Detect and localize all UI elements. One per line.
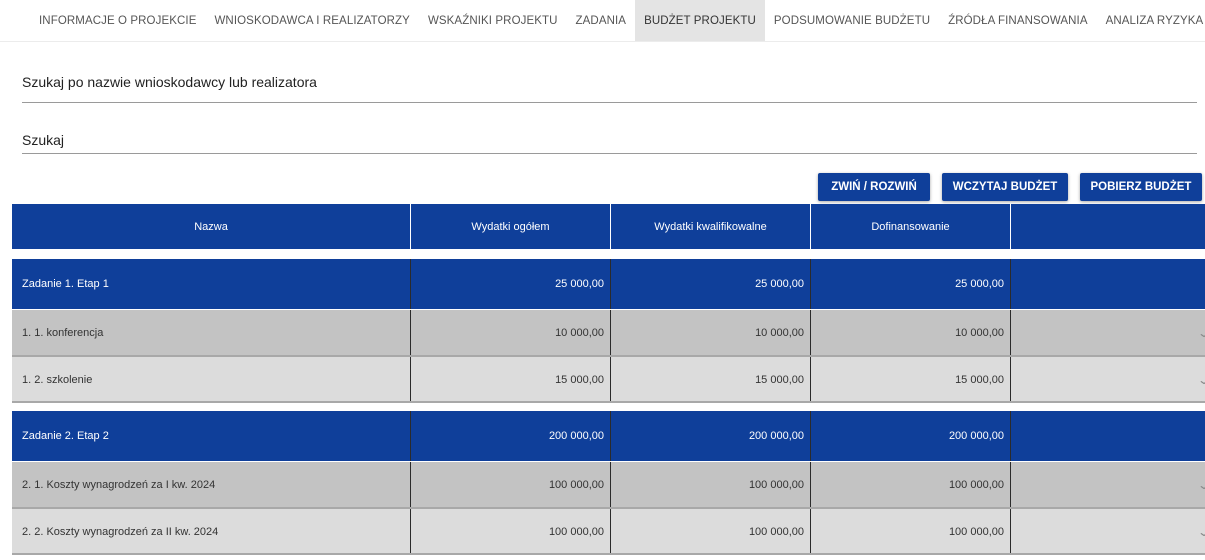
header-name: Nazwa (12, 204, 411, 249)
header-actions (1011, 204, 1205, 249)
row-eligible: 100 000,00 (611, 509, 811, 554)
search-label: Szukaj (22, 132, 65, 148)
header-total: Wydatki ogółem (411, 204, 611, 249)
row-divider (12, 401, 1205, 403)
task-row[interactable]: Zadanie 2. Etap 2 200 000,00 200 000,00 … (12, 411, 1205, 461)
row-name: 1. 2. szkolenie (12, 357, 411, 402)
row-total: 10 000,00 (411, 310, 611, 356)
tab-project-info[interactable]: INFORMACJE O PROJEKCIE (30, 0, 205, 41)
row-actions: ⌄ (1011, 462, 1205, 508)
row-funding: 100 000,00 (811, 509, 1011, 554)
search-input[interactable]: Szukaj (22, 132, 1197, 154)
table-row[interactable]: 2. 2. Koszty wynagrodzeń za II kw. 2024 … (12, 509, 1205, 554)
row-name: Zadanie 1. Etap 1 (12, 259, 411, 309)
table-row[interactable]: 1. 2. szkolenie 15 000,00 15 000,00 15 0… (12, 357, 1205, 402)
row-eligible: 10 000,00 (611, 310, 811, 356)
row-name: 2. 2. Koszty wynagrodzeń za II kw. 2024 (12, 509, 411, 554)
row-eligible: 100 000,00 (611, 462, 811, 508)
table-header: Nazwa Wydatki ogółem Wydatki kwalifikowa… (12, 204, 1205, 249)
tab-budget-summary[interactable]: PODSUMOWANIE BUDŻETU (765, 0, 939, 41)
applicant-search-label: Szukaj po nazwie wnioskodawcy lub realiz… (22, 74, 317, 90)
chevron-down-icon[interactable]: ⌄ (1197, 525, 1205, 539)
load-budget-button[interactable]: WCZYTAJ BUDŻET (942, 173, 1068, 201)
header-funding: Dofinansowanie (811, 204, 1011, 249)
row-eligible: 200 000,00 (611, 411, 811, 461)
row-name: 2. 1. Koszty wynagrodzeń za I kw. 2024 (12, 462, 411, 508)
row-name: Zadanie 2. Etap 2 (12, 411, 411, 461)
row-funding: 200 000,00 (811, 411, 1011, 461)
row-funding: 10 000,00 (811, 310, 1011, 356)
chevron-down-icon[interactable]: ⌄ (1197, 478, 1205, 492)
chevron-down-icon[interactable]: ⌄ (1197, 373, 1205, 387)
row-divider (12, 553, 1205, 555)
row-actions: ⌄ (1011, 357, 1205, 402)
row-funding: 15 000,00 (811, 357, 1011, 402)
row-funding: 100 000,00 (811, 462, 1011, 508)
table-row[interactable]: 2. 1. Koszty wynagrodzeń za I kw. 2024 1… (12, 462, 1205, 508)
tab-indicators[interactable]: WSKAŹNIKI PROJEKTU (419, 0, 567, 41)
tab-risk-analysis[interactable]: ANALIZA RYZYKA (1097, 0, 1205, 41)
tab-bar: INFORMACJE O PROJEKCIE WNIOSKODAWCA I RE… (0, 0, 1205, 42)
row-total: 15 000,00 (411, 357, 611, 402)
applicant-search-input[interactable]: Szukaj po nazwie wnioskodawcy lub realiz… (22, 74, 1197, 103)
row-actions (1011, 411, 1205, 461)
row-total: 100 000,00 (411, 462, 611, 508)
row-actions: ⌄ (1011, 310, 1205, 356)
header-eligible: Wydatki kwalifikowalne (611, 204, 811, 249)
row-name: 1. 1. konferencja (12, 310, 411, 356)
row-funding: 25 000,00 (811, 259, 1011, 309)
row-total: 100 000,00 (411, 509, 611, 554)
tab-budget[interactable]: BUDŻET PROJEKTU (635, 0, 765, 41)
row-actions (1011, 259, 1205, 309)
collapse-expand-button[interactable]: ZWIŃ / ROZWIŃ (818, 173, 930, 201)
tab-funding-sources[interactable]: ŹRÓDŁA FINANSOWANIA (939, 0, 1097, 41)
row-actions: ⌄ (1011, 509, 1205, 554)
task-row[interactable]: Zadanie 1. Etap 1 25 000,00 25 000,00 25… (12, 259, 1205, 309)
row-eligible: 15 000,00 (611, 357, 811, 402)
row-total: 25 000,00 (411, 259, 611, 309)
row-total: 200 000,00 (411, 411, 611, 461)
table-row[interactable]: 1. 1. konferencja 10 000,00 10 000,00 10… (12, 310, 1205, 356)
download-budget-button[interactable]: POBIERZ BUDŻET (1080, 173, 1202, 201)
tab-tasks[interactable]: ZADANIA (567, 0, 636, 41)
row-eligible: 25 000,00 (611, 259, 811, 309)
chevron-down-icon[interactable]: ⌄ (1197, 326, 1205, 340)
tab-applicant[interactable]: WNIOSKODAWCA I REALIZATORZY (205, 0, 418, 41)
